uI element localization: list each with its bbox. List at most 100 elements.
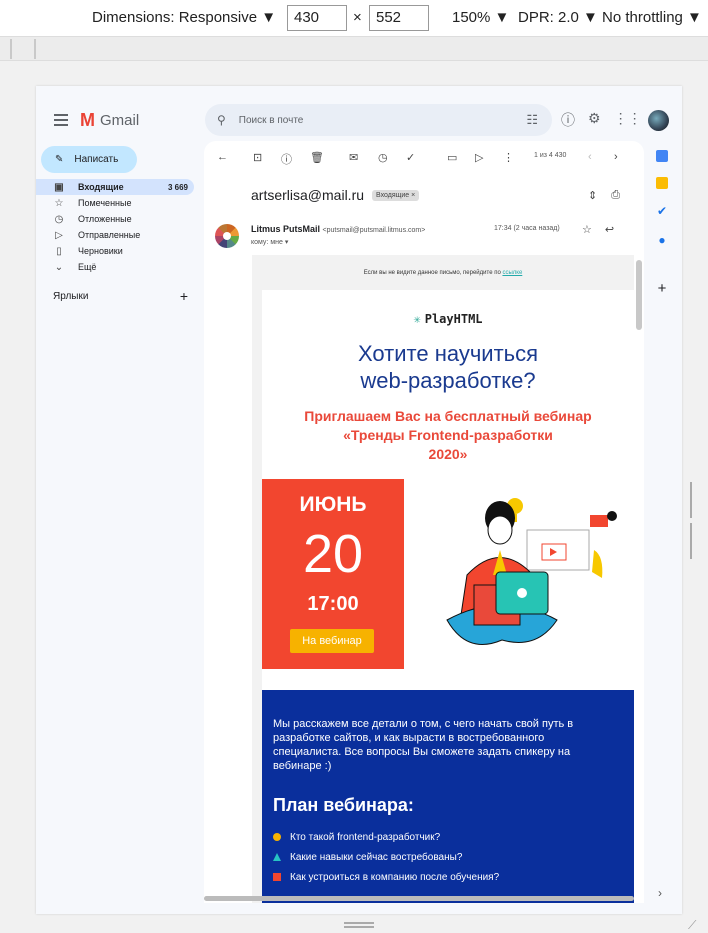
subject-line: artserlisa@mail.ru Входящие × [251, 187, 420, 203]
gear-icon[interactable]: ⚙ [588, 110, 601, 130]
print-icon[interactable]: ⎙ [611, 189, 620, 202]
message-time: 17:34 (2 часа назад) [494, 225, 560, 232]
email-body: Если вы не видите данное письмо, перейди… [252, 255, 634, 903]
dimensions-dropdown[interactable]: Dimensions: Responsive ▼ [92, 9, 276, 26]
event-time: 17:00 [307, 593, 359, 615]
keep-icon[interactable] [656, 177, 668, 189]
subject-icons: ⇕ ⎙ [588, 189, 620, 202]
menu-icon[interactable] [54, 114, 68, 129]
snooze-icon[interactable]: ◷ [378, 151, 388, 164]
list-item: Как устроиться в компанию после обучения… [273, 867, 499, 887]
draft-icon: ▯ [56, 245, 62, 257]
star-icon[interactable]: ☆ [582, 223, 592, 236]
resize-handle-right[interactable] [690, 482, 696, 559]
archive-icon[interactable]: ⊡ [253, 151, 262, 164]
media-query-ruler [0, 37, 708, 61]
move-to-icon[interactable]: ▭ [447, 151, 457, 164]
plan-list: Кто такой frontend-разработчик? Какие на… [273, 827, 499, 887]
sender-line: Litmus PutsMail <putsmail@putsmail.litmu… [251, 224, 426, 234]
dpr-dropdown[interactable]: DPR: 2.0 ▼ [518, 9, 598, 26]
side-panel-rail: ✔ ● + [654, 150, 670, 297]
brand-mark-icon: ✳ [413, 312, 421, 326]
email-card: ✳ PlayHTML Хотите научиться web-разработке… [262, 290, 634, 903]
gmail-logo[interactable]: M Gmail [80, 110, 139, 131]
sidebar-item-drafts[interactable]: ▯ Черновики [36, 243, 194, 259]
width-input[interactable]: 430 [287, 5, 347, 31]
help-icon[interactable]: ⓘ [561, 110, 575, 130]
message-actions: ☆ ↩ [582, 223, 614, 236]
list-item: Какие навыки сейчас востребованы? [273, 847, 499, 867]
view-online-link[interactable]: ссылке [502, 270, 522, 276]
mark-unread-icon[interactable]: ✉ [349, 151, 358, 164]
inbox-tag[interactable]: Входящие × [372, 189, 420, 201]
yellow-circle-icon [273, 833, 281, 841]
webinar-cta-button[interactable]: На вебинар [290, 629, 374, 653]
trash-icon[interactable]: 🗑 [310, 151, 324, 164]
sender-avatar [215, 224, 239, 248]
calendar-icon[interactable] [656, 150, 668, 162]
unread-count: 3 669 [167, 182, 188, 192]
sidebar-item-inbox[interactable]: ▣ Входящие 3 669 [36, 179, 194, 195]
height-input[interactable]: 552 [369, 5, 429, 31]
message-toolbar: ← ⊡ ⓘ 🗑 ✉ ◷ ✓ ▭ ▷ ⋮ 1 из 4 430 ‹ › [204, 141, 644, 173]
gmail-m-icon: M [80, 110, 95, 130]
chevron-down-icon: ⌄ [54, 261, 64, 273]
event-month: ИЮНЬ [299, 493, 367, 516]
sidebar-item-starred[interactable]: ☆ Помеченные [36, 195, 194, 211]
inbox-icon: ▣ [54, 181, 64, 193]
top-icons: ⓘ ⚙ ⋮⋮ [561, 110, 642, 130]
more-icon[interactable]: ⋮ [503, 151, 514, 164]
add-task-icon[interactable]: ✓ [406, 151, 415, 164]
vertical-scrollbar[interactable] [636, 260, 642, 330]
report-spam-icon[interactable]: ⓘ [281, 151, 292, 167]
developer-illustration [446, 498, 617, 645]
webinar-invite: Приглашаем Вас на бесплатный вебинар «Тре… [304, 408, 592, 462]
date-block: ИЮНЬ 20 17:00 На вебинар [262, 479, 404, 669]
zoom-dropdown[interactable]: 150% ▼ [452, 9, 509, 26]
add-label-icon[interactable]: + [180, 289, 188, 303]
search-bar[interactable]: ⚲ Поиск в почте ☷ [205, 104, 552, 136]
reply-icon[interactable]: ↩ [605, 223, 614, 236]
clock-icon: ◷ [54, 213, 64, 225]
label-icon[interactable]: ▷ [475, 151, 483, 164]
pencil-icon: ✎ [55, 154, 64, 165]
contacts-icon[interactable]: ● [658, 233, 665, 247]
search-icon[interactable]: ⚲ [217, 113, 226, 127]
tasks-icon[interactable]: ✔ [657, 204, 667, 218]
sidebar-nav: ▣ Входящие 3 669 ☆ Помеченные ◷ Отложенные ▷… [36, 179, 194, 275]
view-online-notice: Если вы не видите данное письмо, перейди… [363, 270, 523, 276]
older-icon[interactable]: › [614, 151, 618, 163]
pager-count: 1 из 4 430 [534, 152, 567, 159]
sidebar-item-more[interactable]: ⌄ Ещё [36, 259, 194, 275]
resize-handle-bottom[interactable] [344, 922, 374, 930]
expand-panel-icon[interactable]: › [658, 886, 662, 900]
sidebar-item-sent[interactable]: ▷ Отправленные [36, 227, 194, 243]
labels-header: Ярлыки + [53, 288, 188, 304]
red-square-icon [273, 873, 281, 881]
webinar-description: Мы расскажем все детали о том, с чего на… [273, 718, 574, 772]
event-day: 20 [302, 524, 364, 584]
search-input[interactable]: Поиск в почте [239, 115, 304, 126]
compose-button[interactable]: ✎ Написать [41, 146, 137, 173]
times-symbol: × [353, 9, 362, 26]
add-addon-icon[interactable]: + [658, 280, 667, 297]
email-headline: Хотите научиться web-разработке? [357, 341, 539, 393]
throttle-dropdown[interactable]: No throttling ▼ [602, 9, 702, 26]
webinar-details: Мы расскажем все детали о том, с чего на… [262, 690, 634, 903]
avatar[interactable] [648, 110, 669, 131]
sidebar-item-snoozed[interactable]: ◷ Отложенные [36, 211, 194, 227]
star-icon: ☆ [54, 197, 64, 209]
recipient-line[interactable]: кому: мне ▾ [251, 238, 288, 246]
brand-logo: ✳ PlayHTML [413, 312, 483, 326]
search-options-icon[interactable]: ☷ [526, 112, 538, 128]
device-viewport: M Gmail ✎ Написать ▣ Входящие 3 669 ☆ Помеч… [36, 86, 682, 914]
back-arrow-icon[interactable]: ← [217, 151, 228, 163]
newer-icon[interactable]: ‹ [588, 151, 592, 163]
send-icon: ▷ [55, 229, 63, 241]
list-item: Кто такой frontend-разработчик? [273, 827, 499, 847]
apps-icon[interactable]: ⋮⋮ [614, 110, 642, 130]
plan-title: План вебинара: [273, 795, 414, 815]
horizontal-scrollbar[interactable] [204, 896, 634, 901]
expand-all-icon[interactable]: ⇕ [588, 189, 597, 202]
message-panel: ← ⊡ ⓘ 🗑 ✉ ◷ ✓ ▭ ▷ ⋮ 1 из 4 430 ‹ › artse… [204, 141, 644, 903]
